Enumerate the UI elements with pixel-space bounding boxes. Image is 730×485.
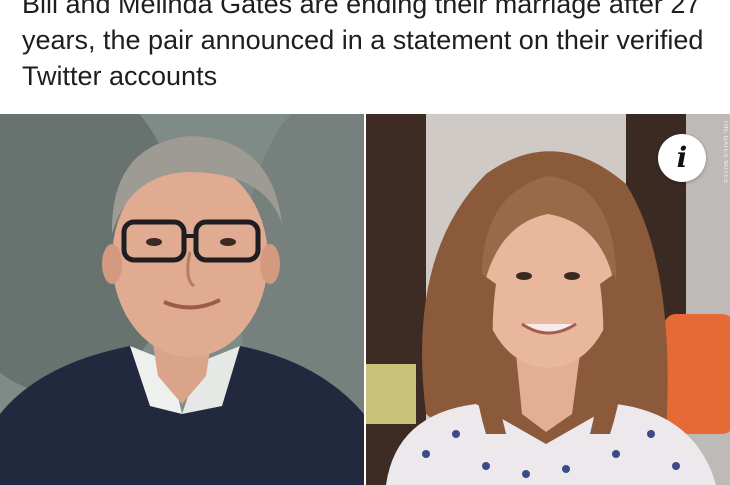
post-caption: Bill and Melinda Gates are ending their … [22,0,704,91]
photo-collage[interactable]: THE GATES NOTES i [0,114,730,485]
info-button[interactable]: i [658,134,706,182]
bill-gates-illustration [0,114,364,485]
melinda-gates-photo[interactable]: THE GATES NOTES i [366,114,730,485]
photo-watermark: THE GATES NOTES [722,120,728,184]
info-icon: i [676,141,688,174]
bill-gates-photo[interactable] [0,114,364,485]
